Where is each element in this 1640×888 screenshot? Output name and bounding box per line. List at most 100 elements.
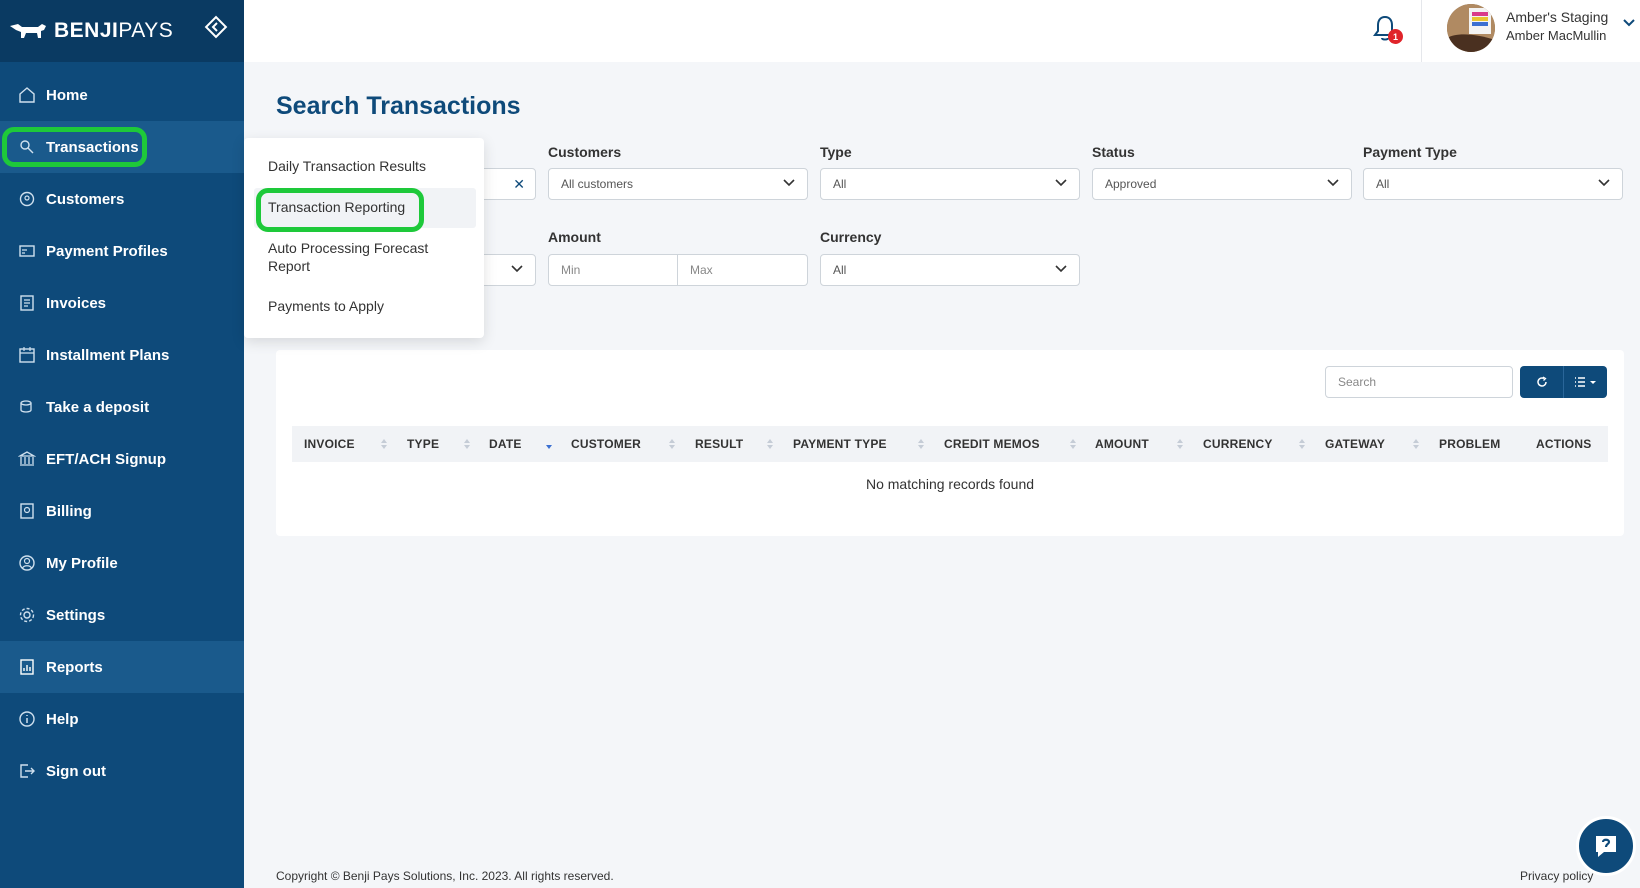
customers-label: Customers <box>548 144 622 160</box>
customers-icon <box>18 190 36 208</box>
brand-name-light: PAYS <box>118 19 174 42</box>
sidebar-item-help[interactable]: Help <box>0 693 244 745</box>
sort-icon[interactable] <box>1069 437 1077 451</box>
sort-icon[interactable] <box>380 437 388 451</box>
type-select[interactable]: All <box>820 168 1080 200</box>
sort-icon[interactable] <box>1298 437 1306 451</box>
submenu-item-daily-transaction-results[interactable]: Daily Transaction Results <box>268 158 426 174</box>
sidebar-item-home[interactable]: Home <box>0 69 244 121</box>
sidebar-item-installment-plans[interactable]: Installment Plans <box>0 329 244 381</box>
brand-name-bold: BENJI <box>54 19 119 42</box>
user-name[interactable]: Amber MacMullin <box>1506 28 1606 43</box>
collapse-sidebar-button[interactable] <box>203 14 229 40</box>
submenu-item-auto-processing-forecast[interactable]: Auto Processing Forecast <box>268 240 428 256</box>
sidebar-item-sign-out[interactable]: Sign out <box>0 745 244 797</box>
sidebar-item-label: Home <box>46 86 88 104</box>
sidebar-item-transactions[interactable]: Transactions <box>0 121 244 173</box>
customers-select[interactable]: All customers <box>548 168 808 200</box>
sidebar-item-take-a-deposit[interactable]: Take a deposit <box>0 381 244 433</box>
sort-icon[interactable] <box>766 437 774 451</box>
sidebar-item-eft-ach-signup[interactable]: EFT/ACH Signup <box>0 433 244 485</box>
payment-type-select-value: All <box>1376 177 1390 191</box>
submenu-item-auto-processing-forecast-line2[interactable]: Report <box>268 258 310 274</box>
highlight-box <box>2 127 147 167</box>
currency-select[interactable]: All <box>820 254 1080 286</box>
chevron-down-icon <box>1598 179 1610 187</box>
amount-min-input[interactable] <box>548 254 678 286</box>
sidebar-item-reports[interactable]: Reports <box>0 641 244 693</box>
clear-icon[interactable]: ✕ <box>513 176 525 193</box>
col-invoice[interactable]: INVOICE <box>304 437 355 451</box>
status-select[interactable]: Approved <box>1092 168 1352 200</box>
sidebar-item-label: Billing <box>46 502 92 520</box>
sort-icon[interactable] <box>1176 437 1184 451</box>
submenu-item-transaction-reporting[interactable]: Transaction Reporting <box>268 199 405 215</box>
currency-label: Currency <box>820 229 882 245</box>
sidebar-item-payment-profiles[interactable]: Payment Profiles <box>0 225 244 277</box>
amount-label: Amount <box>548 229 601 245</box>
sidebar-item-invoices[interactable]: Invoices <box>0 277 244 329</box>
sort-icon[interactable] <box>917 437 925 451</box>
amount-max-input[interactable] <box>678 254 808 286</box>
sidebar-item-label: Installment Plans <box>46 346 170 364</box>
sidebar-item-settings[interactable]: Settings <box>0 589 244 641</box>
sidebar: BENJIPAYS Home Transactions Customers Pa… <box>0 0 244 888</box>
privacy-policy-link[interactable]: Privacy policy <box>1520 869 1593 883</box>
sidebar-item-label: Help <box>46 710 79 728</box>
brand-logo[interactable]: BENJIPAYS <box>8 19 173 43</box>
chevron-down-icon <box>1055 265 1067 273</box>
billing-icon <box>18 502 36 520</box>
submenu-item-payments-to-apply[interactable]: Payments to Apply <box>268 298 384 314</box>
sort-desc-icon[interactable] <box>545 437 553 451</box>
transactions-submenu: Daily Transaction Results Transaction Re… <box>244 138 484 338</box>
page-title: Search Transactions <box>276 92 521 120</box>
refresh-button[interactable] <box>1520 366 1564 398</box>
sidebar-item-label: Payment Profiles <box>46 242 168 260</box>
col-type[interactable]: TYPE <box>407 437 439 451</box>
amount-range <box>548 254 808 286</box>
customers-select-value: All customers <box>561 177 634 191</box>
payment-type-label: Payment Type <box>1363 144 1457 160</box>
help-chat-button[interactable] <box>1576 816 1636 876</box>
col-date[interactable]: DATE <box>489 437 522 451</box>
sidebar-item-billing[interactable]: Billing <box>0 485 244 537</box>
col-customer[interactable]: CUSTOMER <box>571 437 641 451</box>
collapse-icon <box>204 15 228 39</box>
user-org-name[interactable]: Amber's Staging <box>1506 9 1608 25</box>
col-amount[interactable]: AMOUNT <box>1095 437 1149 451</box>
col-gateway[interactable]: GATEWAY <box>1325 437 1385 451</box>
sort-icon[interactable] <box>668 437 676 451</box>
benji-dog-logo-icon <box>10 24 46 38</box>
payment-profiles-icon <box>18 242 36 260</box>
col-actions: ACTIONS <box>1536 437 1592 451</box>
notification-badge: 1 <box>1388 29 1403 44</box>
col-result[interactable]: RESULT <box>695 437 743 451</box>
sort-icon[interactable] <box>1412 437 1420 451</box>
payment-type-select[interactable]: All <box>1363 168 1623 200</box>
sidebar-item-my-profile[interactable]: My Profile <box>0 537 244 589</box>
status-label: Status <box>1092 144 1135 160</box>
empty-table-message: No matching records found <box>865 476 1035 492</box>
sort-icon[interactable] <box>463 437 471 451</box>
sidebar-item-label: Reports <box>46 658 103 676</box>
home-icon <box>18 86 36 104</box>
columns-toggle-button[interactable] <box>1564 366 1607 398</box>
avatar[interactable] <box>1447 4 1495 52</box>
chat-icon <box>1596 836 1616 857</box>
chevron-down-icon[interactable] <box>1622 18 1636 28</box>
col-credit-memos[interactable]: CREDIT MEMOS <box>944 437 1040 451</box>
sign-out-icon <box>18 762 36 780</box>
col-problem[interactable]: PROBLEM <box>1439 437 1500 451</box>
invoices-icon <box>18 294 36 312</box>
info-icon <box>18 710 36 728</box>
sidebar-item-label: Customers <box>46 190 125 208</box>
currency-select-value: All <box>833 263 847 277</box>
col-payment-type[interactable]: PAYMENT TYPE <box>793 437 887 451</box>
table-search-input[interactable] <box>1325 366 1513 398</box>
type-label: Type <box>820 144 852 160</box>
top-header <box>244 0 1640 62</box>
col-currency[interactable]: CURRENCY <box>1203 437 1273 451</box>
type-select-value: All <box>833 177 847 191</box>
sidebar-item-customers[interactable]: Customers <box>0 173 244 225</box>
chevron-down-icon <box>511 265 523 273</box>
